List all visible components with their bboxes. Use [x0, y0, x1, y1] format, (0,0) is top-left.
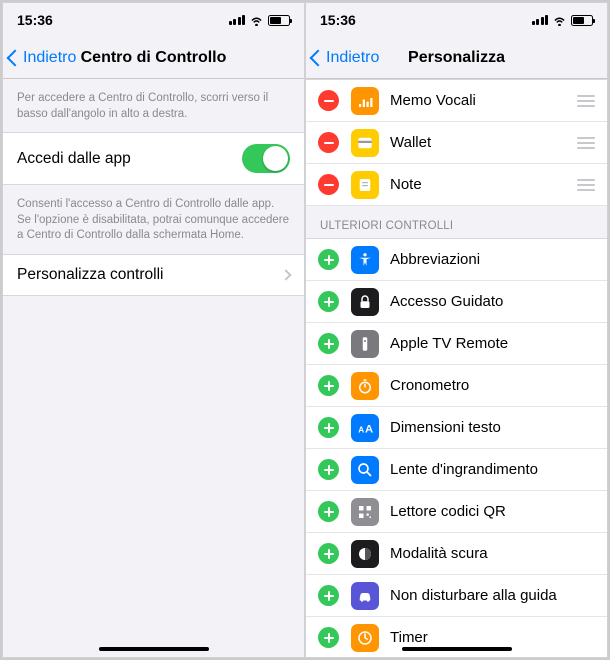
control-item: Note	[306, 164, 607, 206]
control-label: Timer	[390, 629, 597, 646]
status-time: 15:36	[17, 12, 77, 28]
control-label: Lettore codici QR	[390, 503, 597, 520]
control-item: Apple TV Remote	[306, 323, 607, 365]
nav-bar: Indietro Personalizza	[306, 37, 607, 79]
control-item: Abbreviazioni	[306, 239, 607, 281]
textsize-icon: AA	[351, 414, 379, 442]
page-title: Centro di Controllo	[81, 49, 227, 67]
add-button[interactable]	[318, 585, 339, 606]
chevron-left-icon	[7, 49, 24, 66]
back-label: Indietro	[23, 49, 76, 67]
control-item: Lente d'ingrandimento	[306, 449, 607, 491]
status-indicators	[229, 15, 291, 26]
control-item: Cronometro	[306, 365, 607, 407]
accessibility-icon	[351, 246, 379, 274]
toggle-description: Consenti l'accesso a Centro di Controllo…	[3, 185, 304, 254]
chevron-right-icon	[280, 269, 291, 280]
control-item: Accesso Guidato	[306, 281, 607, 323]
add-button[interactable]	[318, 543, 339, 564]
control-item: Modalità scura	[306, 533, 607, 575]
control-item: Lettore codici QR	[306, 491, 607, 533]
control-label: Modalità scura	[390, 545, 597, 562]
reorder-grip[interactable]	[575, 95, 597, 107]
control-label: Memo Vocali	[390, 92, 575, 109]
reorder-grip[interactable]	[575, 137, 597, 149]
svg-text:A: A	[365, 423, 373, 435]
voice-icon	[351, 87, 379, 115]
control-label: Apple TV Remote	[390, 335, 597, 352]
content: Per accedere a Centro di Controllo, scor…	[3, 79, 304, 657]
access-from-apps-row[interactable]: Accedi dalle app	[3, 132, 304, 185]
cellular-icon	[229, 15, 246, 25]
add-button[interactable]	[318, 417, 339, 438]
cellular-icon	[532, 15, 549, 25]
customize-controls-row[interactable]: Personalizza controlli	[3, 254, 304, 296]
chevron-left-icon	[310, 49, 327, 66]
phone-control-center: 15:36 Indietro Centro di Controllo Per a…	[2, 2, 305, 658]
content[interactable]: Memo Vocali Wallet Note ULTERIORI CONTROLL…	[306, 79, 607, 657]
back-button[interactable]: Indietro	[306, 49, 379, 67]
remote-icon	[351, 330, 379, 358]
add-button[interactable]	[318, 291, 339, 312]
stopwatch-icon	[351, 372, 379, 400]
back-button[interactable]: Indietro	[3, 49, 76, 67]
control-label: Note	[390, 176, 575, 193]
add-button[interactable]	[318, 249, 339, 270]
dark-icon	[351, 540, 379, 568]
home-indicator[interactable]	[402, 647, 512, 651]
wifi-icon	[249, 15, 264, 26]
back-label: Indietro	[326, 49, 379, 67]
remove-button[interactable]	[318, 132, 339, 153]
control-item: Timer	[306, 617, 607, 657]
control-label: Accesso Guidato	[390, 293, 597, 310]
control-label: Wallet	[390, 134, 575, 151]
phone-personalize: 15:36 Indietro Personalizza Memo Vocali W…	[305, 2, 608, 658]
svg-text:A: A	[358, 425, 364, 434]
reorder-grip[interactable]	[575, 179, 597, 191]
status-bar: 15:36	[306, 3, 607, 37]
nav-bar: Indietro Centro di Controllo	[3, 37, 304, 79]
control-item: Wallet	[306, 122, 607, 164]
control-label: Lente d'ingrandimento	[390, 461, 597, 478]
note-icon	[351, 171, 379, 199]
wallet-icon	[351, 129, 379, 157]
add-button[interactable]	[318, 333, 339, 354]
toggle-label: Accedi dalle app	[17, 150, 131, 168]
status-time: 15:36	[320, 12, 380, 28]
add-button[interactable]	[318, 627, 339, 648]
lock-icon	[351, 288, 379, 316]
add-button[interactable]	[318, 375, 339, 396]
included-controls-list: Memo Vocali Wallet Note	[306, 79, 607, 206]
access-from-apps-toggle[interactable]	[242, 144, 290, 173]
control-label: Abbreviazioni	[390, 251, 597, 268]
car-icon	[351, 582, 379, 610]
status-indicators	[532, 15, 594, 26]
battery-icon	[268, 15, 290, 26]
control-item: Memo Vocali	[306, 80, 607, 122]
more-controls-list: Abbreviazioni Accesso Guidato Apple TV Rem…	[306, 238, 607, 657]
timer-icon	[351, 624, 379, 652]
qr-icon	[351, 498, 379, 526]
intro-text: Per accedere a Centro di Controllo, scor…	[3, 79, 304, 132]
control-label: Dimensioni testo	[390, 419, 597, 436]
control-label: Cronometro	[390, 377, 597, 394]
remove-button[interactable]	[318, 90, 339, 111]
add-button[interactable]	[318, 459, 339, 480]
control-item: AA Dimensioni testo	[306, 407, 607, 449]
customize-label: Personalizza controlli	[17, 266, 163, 284]
control-label: Non disturbare alla guida	[390, 587, 597, 604]
remove-button[interactable]	[318, 174, 339, 195]
more-controls-header: ULTERIORI CONTROLLI	[306, 206, 607, 238]
control-item: Non disturbare alla guida	[306, 575, 607, 617]
battery-icon	[571, 15, 593, 26]
add-button[interactable]	[318, 501, 339, 522]
wifi-icon	[552, 15, 567, 26]
home-indicator[interactable]	[99, 647, 209, 651]
status-bar: 15:36	[3, 3, 304, 37]
magnifier-icon	[351, 456, 379, 484]
page-title: Personalizza	[408, 49, 505, 67]
